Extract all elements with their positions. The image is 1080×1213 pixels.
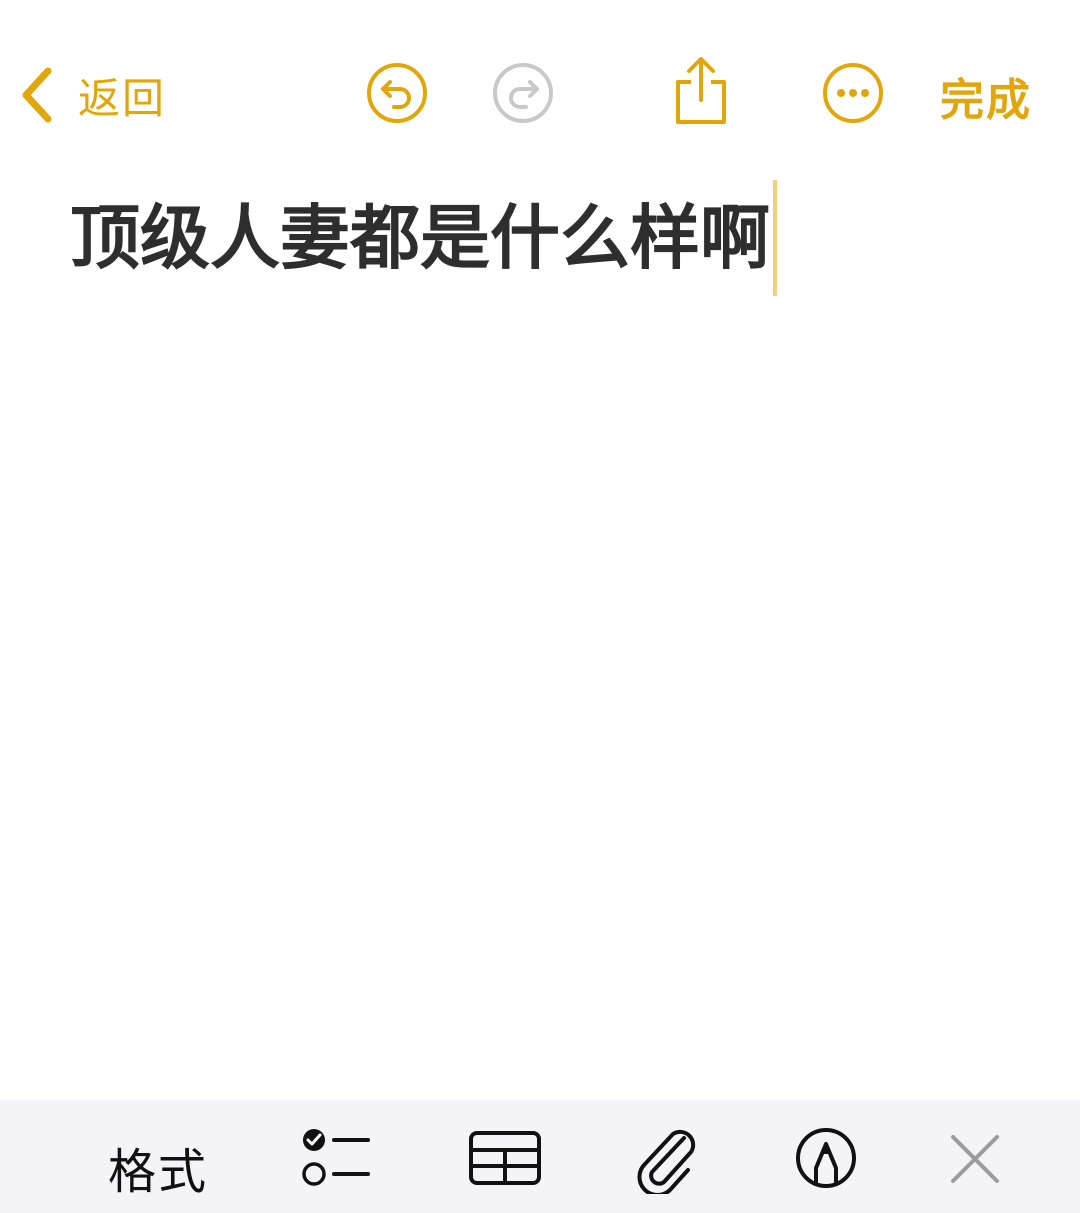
note-editor[interactable]: 顶级人妻都是什么样啊 — [70, 180, 777, 296]
table-button[interactable] — [468, 1130, 542, 1190]
back-button[interactable]: 返回 — [20, 62, 166, 128]
share-button[interactable] — [672, 56, 730, 130]
note-title: 顶级人妻都是什么样啊 — [70, 197, 770, 279]
checklist-button[interactable] — [300, 1128, 372, 1192]
chevron-left-icon — [20, 67, 54, 123]
close-icon — [948, 1132, 1002, 1190]
table-icon — [468, 1130, 542, 1190]
share-icon — [672, 56, 730, 130]
format-button[interactable]: 格式 — [108, 1132, 208, 1202]
paperclip-icon — [636, 1124, 698, 1198]
undo-button[interactable] — [366, 62, 428, 128]
top-toolbar: 返回 完成 — [0, 0, 1080, 150]
back-label: 返回 — [78, 73, 167, 123]
markup-pen-icon — [794, 1126, 858, 1194]
done-button[interactable]: 完成 — [940, 64, 1032, 128]
close-button[interactable] — [948, 1134, 1002, 1188]
redo-button[interactable] — [492, 62, 554, 128]
attach-button[interactable] — [636, 1124, 698, 1198]
text-cursor — [773, 180, 777, 296]
markup-button[interactable] — [794, 1128, 858, 1192]
more-button[interactable] — [822, 62, 884, 128]
undo-icon — [366, 62, 428, 128]
redo-icon — [492, 62, 554, 128]
checklist-icon — [300, 1126, 372, 1194]
more-icon — [822, 62, 884, 128]
